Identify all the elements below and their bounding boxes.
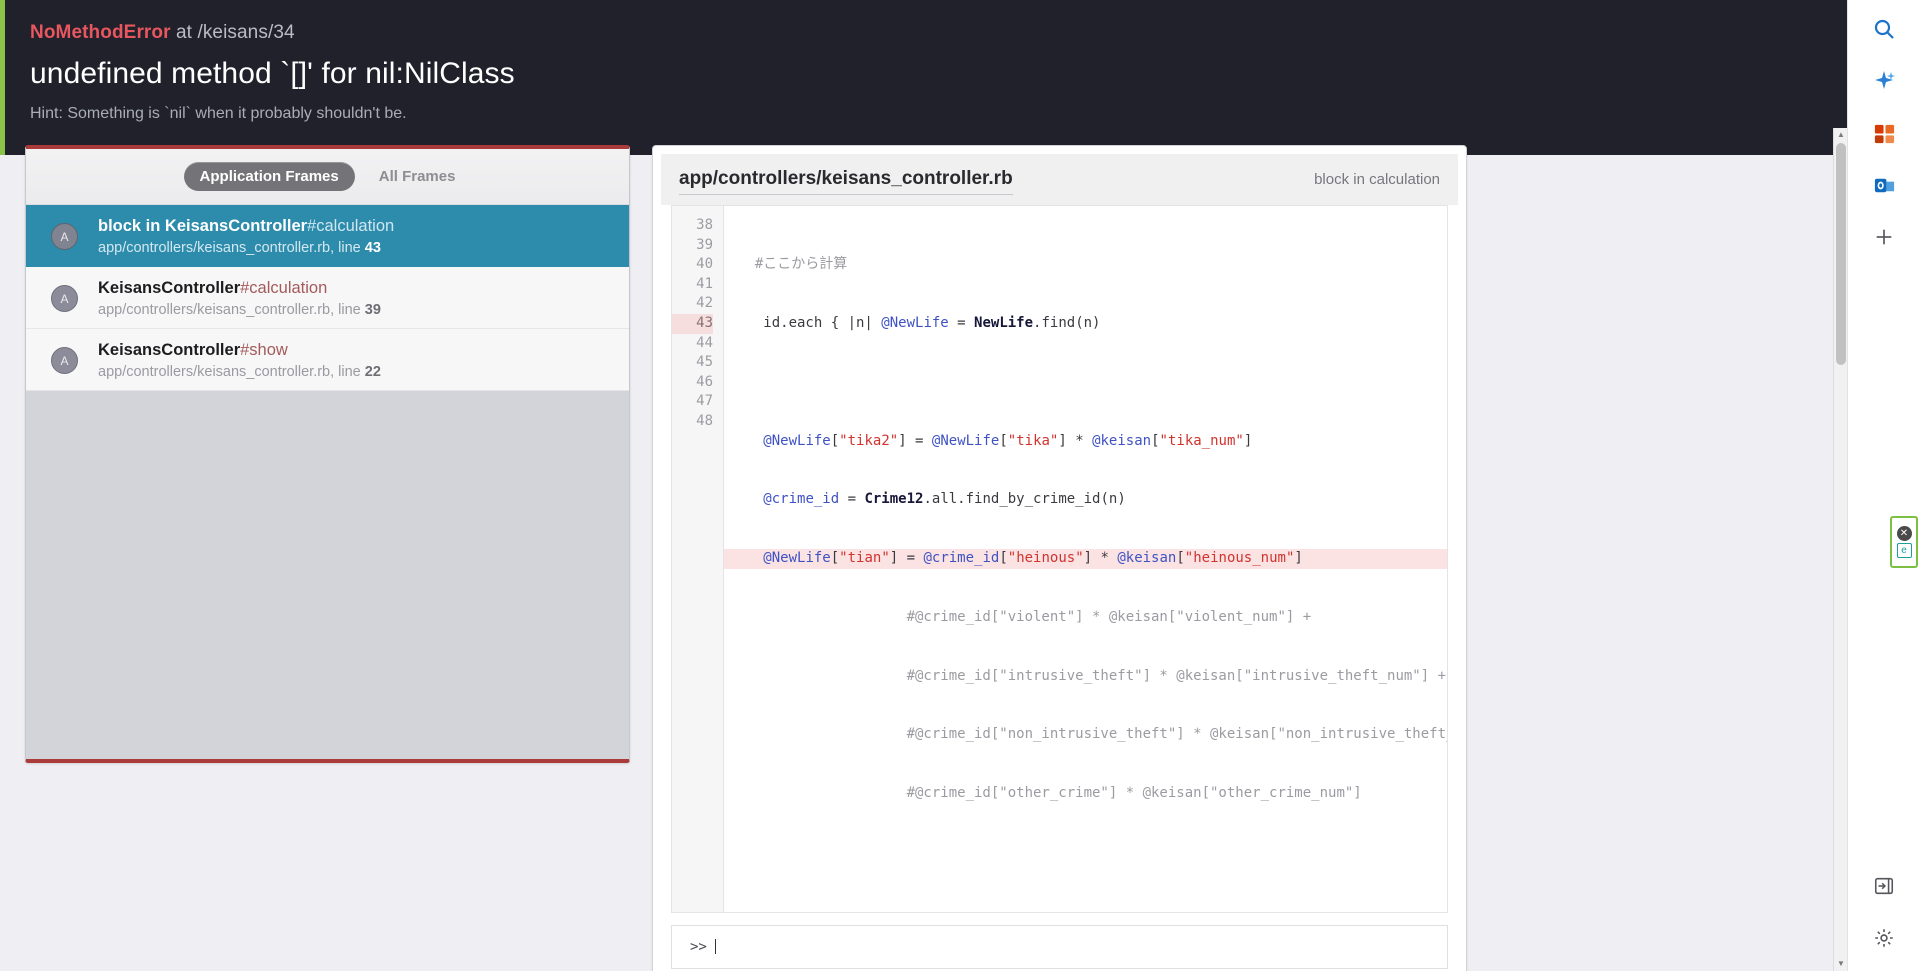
frame-list-item[interactable]: A KeisansController#show app/controllers…	[26, 329, 629, 391]
frame-file: app/controllers/keisans_controller.rb, l…	[98, 364, 365, 380]
frame-badge-icon: A	[51, 285, 78, 312]
scrollbar-thumb[interactable]	[1836, 143, 1846, 365]
line-number: 48	[672, 412, 713, 432]
outlook-glyph	[1873, 174, 1896, 197]
error-header: NoMethodError at /keisans/34 undefined m…	[0, 0, 1847, 155]
page-scrollbar[interactable]: ▲ ▼	[1833, 128, 1847, 971]
viewport-left-accent	[0, 0, 5, 155]
frame-title: block in KeisansController#calculation	[98, 215, 615, 237]
code-line: #@crime_id["other_crime"] * @keisan["oth…	[724, 784, 1447, 804]
frame-file: app/controllers/keisans_controller.rb, l…	[98, 240, 365, 256]
frame-title: KeisansController#calculation	[98, 277, 615, 299]
frame-line-number: 43	[365, 240, 381, 256]
code-line	[724, 843, 1447, 863]
frame-list: A block in KeisansController#calculation…	[26, 205, 629, 391]
frame-method: #show	[240, 341, 288, 359]
source-code-card: app/controllers/keisans_controller.rb bl…	[652, 145, 1467, 971]
repl-caret	[715, 939, 716, 954]
line-number: 46	[672, 373, 713, 393]
windows-sidebar	[1847, 0, 1920, 971]
repl-prompt: >>	[690, 939, 707, 955]
frame-list-item[interactable]: A KeisansController#calculation app/cont…	[26, 267, 629, 329]
frame-badge-icon: A	[51, 347, 78, 374]
extension-badge-icon[interactable]: e	[1897, 543, 1912, 558]
edge-extension-widget[interactable]: ✕ e	[1890, 516, 1918, 568]
repl-input[interactable]: >>	[671, 925, 1448, 969]
line-number: 38	[672, 216, 713, 236]
close-icon[interactable]: ✕	[1897, 526, 1912, 541]
search-glyph	[1872, 17, 1896, 41]
code-line: @NewLife["tika2"] = @NewLife["tika"] * @…	[724, 432, 1447, 452]
code-line: #@crime_id["non_intrusive_theft"] * @kei…	[724, 725, 1447, 745]
copilot-icon[interactable]	[1861, 58, 1907, 104]
frame-class: block in KeisansController	[98, 217, 307, 235]
error-class-line: NoMethodError at /keisans/34	[30, 22, 1847, 44]
code-token-comment: #@crime_id["non_intrusive_theft"] * @kei…	[738, 726, 1447, 742]
frame-class: KeisansController	[98, 279, 240, 297]
gear-glyph	[1873, 927, 1895, 949]
frame-method: #calculation	[307, 217, 394, 235]
code-line: @crime_id = Crime12.all.find_by_crime_id…	[724, 490, 1447, 510]
screen: NoMethodError at /keisans/34 undefined m…	[0, 0, 1920, 971]
settings-icon[interactable]	[1861, 915, 1907, 961]
error-hint: Hint: Something is `nil` when it probabl…	[30, 105, 1847, 123]
outlook-icon[interactable]	[1861, 162, 1907, 208]
frame-badge-icon: A	[51, 223, 78, 250]
frame-location: app/controllers/keisans_controller.rb, l…	[98, 364, 615, 380]
frame-line-number: 22	[365, 364, 381, 380]
code-token-comment: #@crime_id["intrusive_theft"] * @keisan[…	[738, 668, 1446, 684]
line-number: 45	[672, 353, 713, 373]
line-number: 39	[672, 236, 713, 256]
code-line	[724, 373, 1447, 393]
source-card-header: app/controllers/keisans_controller.rb bl…	[661, 154, 1458, 205]
frame-title: KeisansController#show	[98, 339, 615, 361]
line-number: 47	[672, 392, 713, 412]
code-token-comment: #ここから計算	[738, 256, 847, 272]
search-icon[interactable]	[1861, 6, 1907, 52]
source-file-path: app/controllers/keisans_controller.rb	[679, 168, 1013, 195]
office-icon[interactable]	[1861, 110, 1907, 156]
tab-all-frames[interactable]: All Frames	[363, 162, 472, 191]
frames-panel: Application Frames All Frames A block in…	[25, 145, 630, 763]
copilot-glyph	[1872, 69, 1896, 93]
line-number: 44	[672, 334, 713, 354]
code-line: #ここから計算	[724, 255, 1447, 275]
error-class: NoMethodError	[30, 22, 171, 43]
line-number-gutter: 38 39 40 41 42 43 44 45 46 47 48	[672, 206, 724, 912]
code-line-highlighted: @NewLife["tian"] = @crime_id["heinous"] …	[724, 549, 1447, 569]
scroll-down-arrow-icon[interactable]: ▼	[1834, 957, 1848, 971]
frame-location: app/controllers/keisans_controller.rb, l…	[98, 302, 615, 318]
browser-viewport: NoMethodError at /keisans/34 undefined m…	[0, 0, 1847, 971]
source-lines: #ここから計算 id.each { |n| @NewLife = NewLife…	[724, 206, 1447, 912]
source-code-body: 38 39 40 41 42 43 44 45 46 47 48	[671, 205, 1448, 913]
frame-method: #calculation	[240, 279, 327, 297]
frame-line-number: 39	[365, 302, 381, 318]
tab-application-frames[interactable]: Application Frames	[184, 162, 355, 191]
add-icon[interactable]	[1861, 214, 1907, 260]
line-number: 40	[672, 255, 713, 275]
collapse-glyph	[1873, 875, 1895, 897]
frame-file: app/controllers/keisans_controller.rb, l…	[98, 302, 365, 318]
source-context-label: block in calculation	[1314, 171, 1440, 188]
frames-tab-bar: Application Frames All Frames	[26, 149, 629, 205]
line-number: 41	[672, 275, 713, 295]
frame-list-item[interactable]: A block in KeisansController#calculation…	[26, 205, 629, 267]
frame-class: KeisansController	[98, 341, 240, 359]
code-token-comment: #@crime_id["violent"] * @keisan["violent…	[738, 609, 1311, 625]
line-number-highlighted: 43	[672, 314, 713, 334]
scroll-up-arrow-icon[interactable]: ▲	[1834, 128, 1848, 142]
plus-glyph	[1873, 226, 1895, 248]
collapse-panel-icon[interactable]	[1861, 863, 1907, 909]
code-token-comment: #@crime_id["other_crime"] * @keisan["oth…	[738, 785, 1362, 801]
detail-column: app/controllers/keisans_controller.rb bl…	[652, 155, 1817, 971]
office-glyph	[1873, 122, 1896, 145]
code-line: id.each { |n| @NewLife = NewLife.find(n)	[724, 314, 1447, 334]
error-message: undefined method `[]' for nil:NilClass	[30, 57, 1847, 91]
error-request-path: at /keisans/34	[171, 22, 295, 43]
error-page-body: Application Frames All Frames A block in…	[0, 155, 1847, 971]
frame-location: app/controllers/keisans_controller.rb, l…	[98, 240, 615, 256]
code-line: #@crime_id["violent"] * @keisan["violent…	[724, 608, 1447, 628]
line-number: 42	[672, 294, 713, 314]
code-line: #@crime_id["intrusive_theft"] * @keisan[…	[724, 667, 1447, 687]
